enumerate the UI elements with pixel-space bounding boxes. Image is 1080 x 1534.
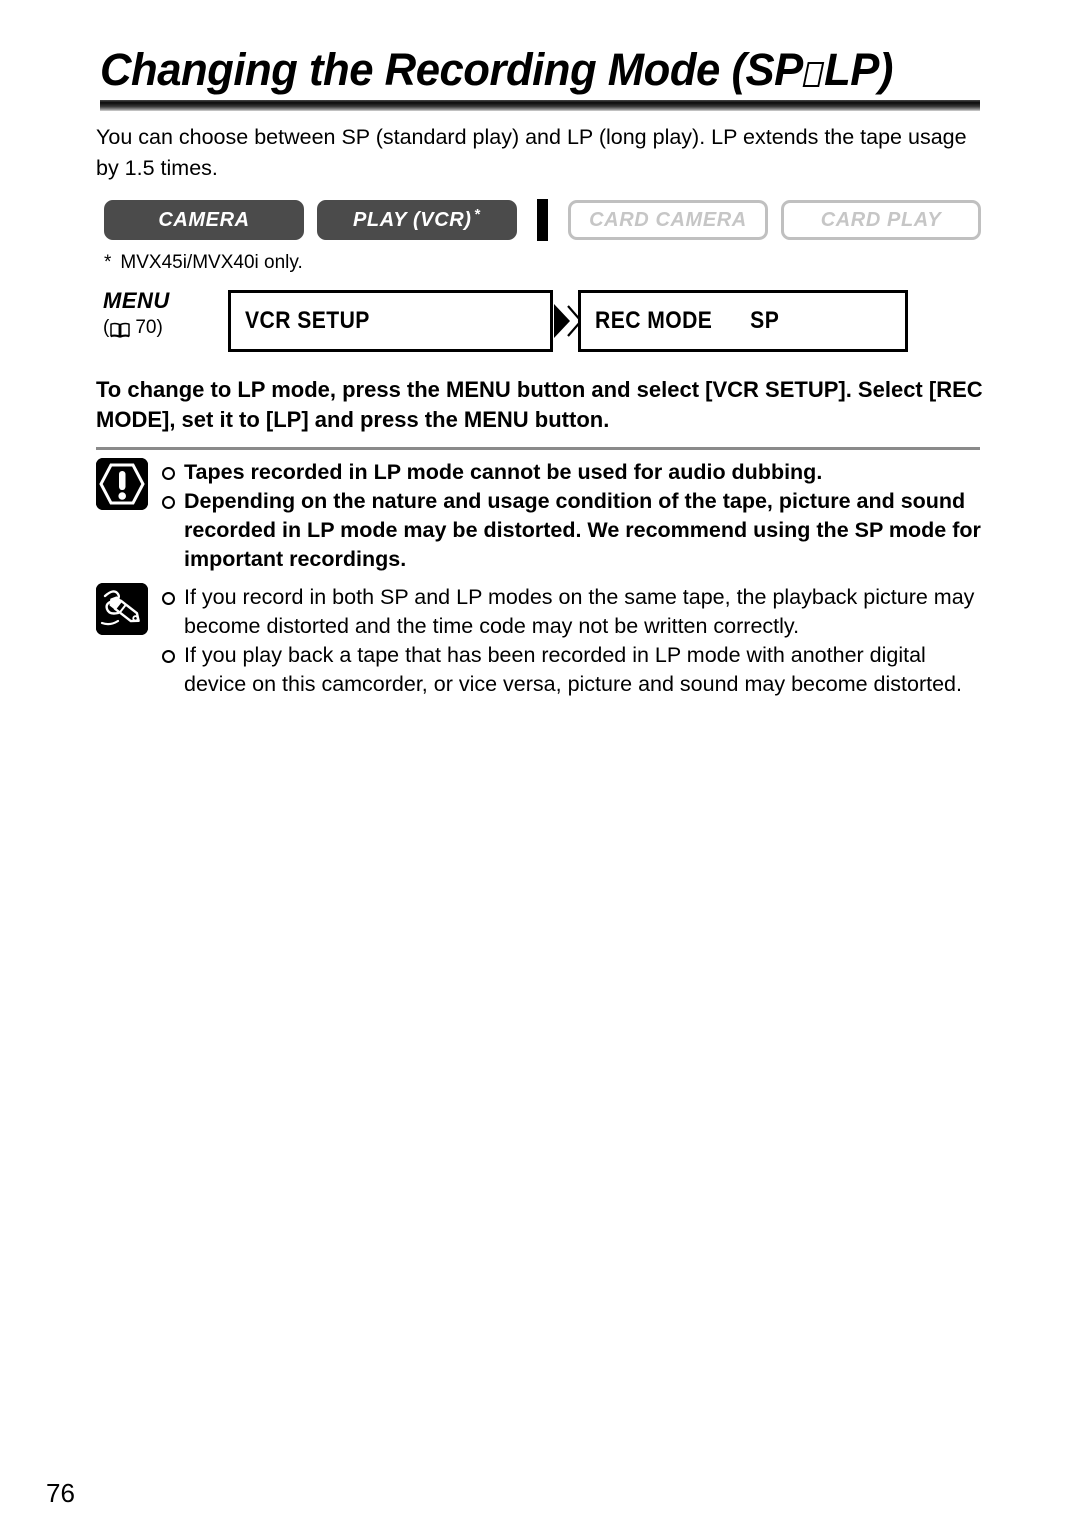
sp-lp-arrow-glyph [802,62,824,87]
menu-ref-page-number: 70 [135,317,157,338]
note-block: If you record in both SP and LP modes on… [96,583,986,699]
warning-exclamation-icon [96,458,148,510]
menu-label-block: MENU ( 70) [103,288,223,340]
menu-illustration-row: MENU ( 70) VCR SETUP REC MODE SP [100,288,980,356]
list-item: If you record in both SP and LP modes on… [162,583,986,641]
bullet-ring-icon [162,583,184,612]
instruction-text: To change to LP mode, press the MENU but… [96,377,983,432]
book-icon [110,321,131,338]
mode-button-play-vcr-label: PLAY (VCR) [352,208,472,231]
warning-block: Tapes recorded in LP mode cannot be used… [96,458,986,574]
mode-button-play-vcr-asterisk: * [474,205,482,223]
list-item: Depending on the nature and usage condit… [162,487,986,574]
mode-button-card-play[interactable]: CARD PLAY [781,200,981,240]
note-bullet-1: If you record in both SP and LP modes on… [184,585,975,638]
warning-bullet-2: Depending on the nature and usage condit… [184,489,981,571]
menu-screen-rec-mode[interactable]: REC MODE SP [578,290,908,352]
warning-bullet-1: Tapes recorded in LP mode cannot be used… [184,460,823,484]
chevron-right-icon [552,302,583,340]
mode-button-row: CAMERA PLAY (VCR) * CARD CAMERA CARD PLAY [104,199,981,241]
note-bullet-2: If you play back a tape that has been re… [184,643,962,696]
intro-paragraph: You can choose between SP (standard play… [96,125,967,180]
bullet-ring-icon [162,487,184,516]
menu-page-reference: ( 70) [103,316,223,340]
menu-screen-vcr-setup-text: VCR SETUP [245,307,370,334]
title-underline-bar [100,100,980,111]
list-item: Tapes recorded in LP mode cannot be used… [162,458,986,487]
page-title: Changing the Recording Mode (SP LP) [100,42,954,98]
note-bullet-list: If you record in both SP and LP modes on… [162,583,986,699]
section-divider [96,447,980,450]
manual-page: Changing the Recording Mode (SP LP) You c… [0,0,1080,1534]
footnote-text: MVX45i/MVX40i only. [120,252,303,273]
mode-group-divider [537,199,548,241]
mode-button-camera-label: CAMERA [158,208,250,231]
menu-ref-open-paren: ( [103,317,110,338]
mode-button-card-play-label: CARD PLAY [820,208,942,231]
page-title-block: Changing the Recording Mode (SP LP) [100,42,980,98]
note-pencil-icon [96,583,148,635]
mode-button-play-vcr[interactable]: PLAY (VCR) * [317,200,517,240]
bullet-ring-icon [162,641,184,670]
bullet-ring-icon [162,458,184,487]
page-number: 76 [46,1478,75,1508]
warning-bullet-list: Tapes recorded in LP mode cannot be used… [162,458,986,574]
mode-button-camera[interactable]: CAMERA [104,200,304,240]
footnote-asterisk: * [104,252,112,273]
mode-button-card-camera-label: CARD CAMERA [589,208,747,231]
page-title-suffix: LP) [824,44,893,95]
mode-button-card-camera[interactable]: CARD CAMERA [568,200,768,240]
menu-screen-rec-mode-text: REC MODE SP [595,307,780,334]
page-title-prefix: Changing the Recording Mode (SP [100,44,803,95]
menu-label: MENU [103,288,170,313]
menu-screen-vcr-setup[interactable]: VCR SETUP [228,290,553,352]
footnote: * MVX45i/MVX40i only. [104,250,303,276]
menu-ref-close-paren: ) [156,317,163,338]
list-item: If you play back a tape that has been re… [162,641,986,699]
